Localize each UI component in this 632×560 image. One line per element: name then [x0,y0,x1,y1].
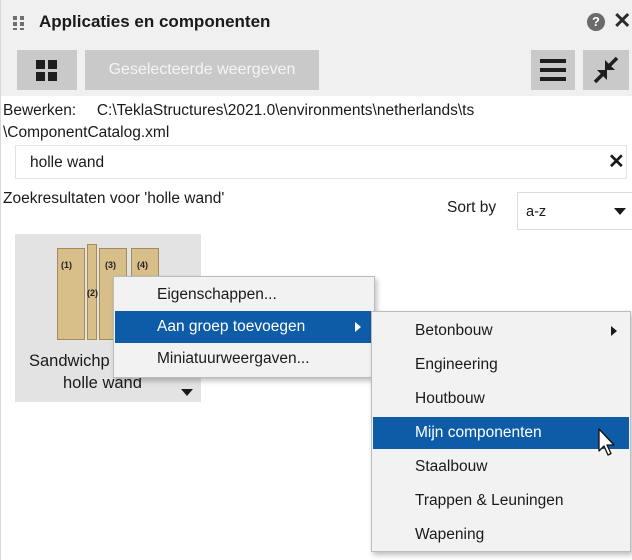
catalog-path-line1: C:\TeklaStructures\2021.0\environments\n… [96,102,475,119]
close-icon[interactable]: ✕ [613,8,631,34]
sort-by-label: Sort by [447,199,497,216]
submenu-item-label: Wapening [415,526,485,543]
submenu-item-label: Mijn componenten [415,424,542,441]
panel-titlebar: Applicaties en componenten ? ✕ [1,0,632,44]
group-submenu: Betonbouw Engineering Houtbouw Mijn comp… [371,311,631,552]
chevron-down-icon [614,208,626,215]
mouse-cursor-icon [598,428,615,456]
panel-toolbar: Geselecteerde weergeven [1,44,632,96]
chevron-right-icon [611,326,617,336]
menu-item-label: Eigenschappen... [157,286,277,303]
submenu-item-label: Betonbouw [415,322,493,339]
component-name-line1: Sandwichp [29,352,110,370]
menu-item-label: Miniatuurweergaven... [157,350,310,367]
submenu-item-wapening[interactable]: Wapening [373,519,629,551]
submenu-item-houtbouw[interactable]: Houtbouw [373,383,629,415]
applications-components-panel: Applicaties en componenten ? ✕ Geselecte… [0,0,632,560]
chevron-right-icon [355,322,361,332]
submenu-item-label: Houtbouw [415,390,485,407]
submenu-item-label: Trappen & Leuningen [415,492,564,509]
sort-dropdown[interactable]: a-z [517,192,632,230]
thumbnail-label: (4) [137,260,148,270]
help-icon[interactable]: ? [587,13,605,31]
submenu-item-mijn-componenten[interactable]: Mijn componenten [373,417,629,449]
sort-dropdown-value: a-z [526,204,547,220]
search-input-value: holle wand [30,154,105,171]
grid-view-button[interactable] [17,50,77,90]
menu-item-label: Aan groep toevoegen [157,318,306,335]
thumbnail-label: (1) [61,260,72,270]
panel-title: Applicaties en componenten [39,12,271,31]
submenu-item-betonbouw[interactable]: Betonbouw [373,315,629,347]
menu-item-thumbnails[interactable]: Miniatuurweergaven... [115,343,373,375]
catalog-path-line2: \ComponentCatalog.xml [3,124,170,141]
chevron-down-icon[interactable] [181,389,193,396]
edit-path-info: Bewerken: C:\TeklaStructures\2021.0\envi… [3,100,474,144]
context-menu: Eigenschappen... Aan groep toevoegen Min… [113,276,375,378]
collapse-arrows-icon [593,56,619,84]
edit-label: Bewerken: [3,102,77,119]
drag-grip-icon[interactable] [13,16,31,30]
search-input[interactable]: holle wand ✕ [15,145,627,179]
thumbnail-label: (2) [87,288,98,298]
menu-item-properties[interactable]: Eigenschappen... [115,279,373,311]
show-selected-button[interactable]: Geselecteerde weergeven [85,50,319,90]
search-results-label: Zoekresultaten voor 'holle wand' [3,190,225,207]
menu-button[interactable] [531,50,575,90]
submenu-item-label: Engineering [415,356,498,373]
menu-item-add-to-group[interactable]: Aan groep toevoegen [115,311,373,343]
collapse-button[interactable] [583,50,629,90]
thumbnail-label: (3) [105,260,116,270]
submenu-item-trappen-leuningen[interactable]: Trappen & Leuningen [373,485,629,517]
submenu-item-staalbouw[interactable]: Staalbouw [373,451,629,483]
submenu-item-label: Staalbouw [415,458,488,475]
clear-search-icon[interactable]: ✕ [608,149,625,174]
submenu-item-engineering[interactable]: Engineering [373,349,629,381]
